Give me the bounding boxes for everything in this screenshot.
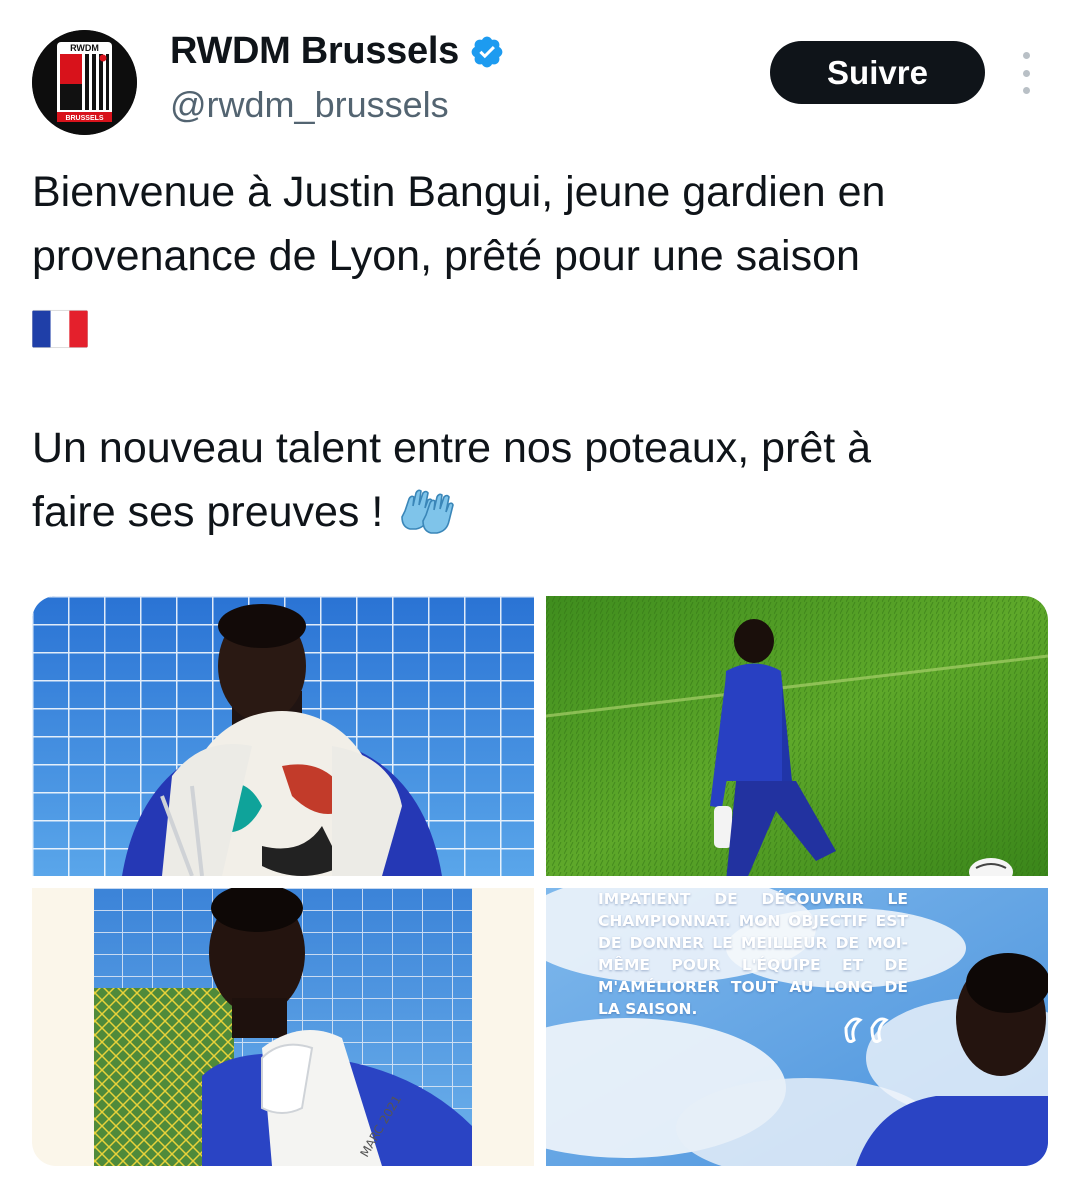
quote-card-text: Impatient de découvrir le championnat. M…: [598, 890, 908, 1018]
more-dot: [1022, 87, 1030, 94]
svg-text:BRUSSELS: BRUSSELS: [65, 115, 103, 122]
more-options-icon[interactable]: [1014, 52, 1038, 94]
tweet-text: Bienvenue à Justin Bangui, jeune gardien…: [32, 160, 1047, 544]
france-flag-icon: [32, 309, 88, 349]
avatar[interactable]: RWDM BRUSSELS: [32, 30, 137, 135]
display-name[interactable]: RWDM Brussels: [170, 30, 459, 73]
tweet-line: Un nouveau talent entre nos poteaux, prê…: [32, 424, 872, 472]
account-handle[interactable]: @rwdm_brussels: [170, 84, 449, 126]
media-quote-card[interactable]: Impatient de découvrir le championnat. M…: [546, 888, 1048, 1166]
verified-badge-icon: [471, 36, 503, 67]
more-dot: [1022, 52, 1030, 59]
tweet-line: faire ses preuves !: [32, 488, 384, 536]
media-grid[interactable]: MARC 2021 Impatient de découvrir le cham…: [32, 596, 1048, 1166]
goalkeeper-gloves-icon: [401, 489, 455, 534]
tweet-line: Bienvenue à Justin Bangui, jeune gardien…: [32, 168, 886, 216]
tweet-line: provenance de Lyon, prêté pour une saiso…: [32, 232, 860, 280]
account-name-row[interactable]: RWDM Brussels: [170, 30, 505, 73]
media-photo-keeper-portrait[interactable]: MARC 2021: [32, 888, 534, 1166]
media-photo-keeper-with-ball[interactable]: [32, 596, 534, 876]
more-dot: [1022, 69, 1030, 77]
follow-button[interactable]: Suivre: [770, 41, 985, 104]
svg-text:RWDM: RWDM: [70, 43, 99, 53]
media-photo-keeper-on-pitch[interactable]: [546, 596, 1048, 876]
rwdm-logo-icon: RWDM BRUSSELS: [32, 30, 137, 135]
